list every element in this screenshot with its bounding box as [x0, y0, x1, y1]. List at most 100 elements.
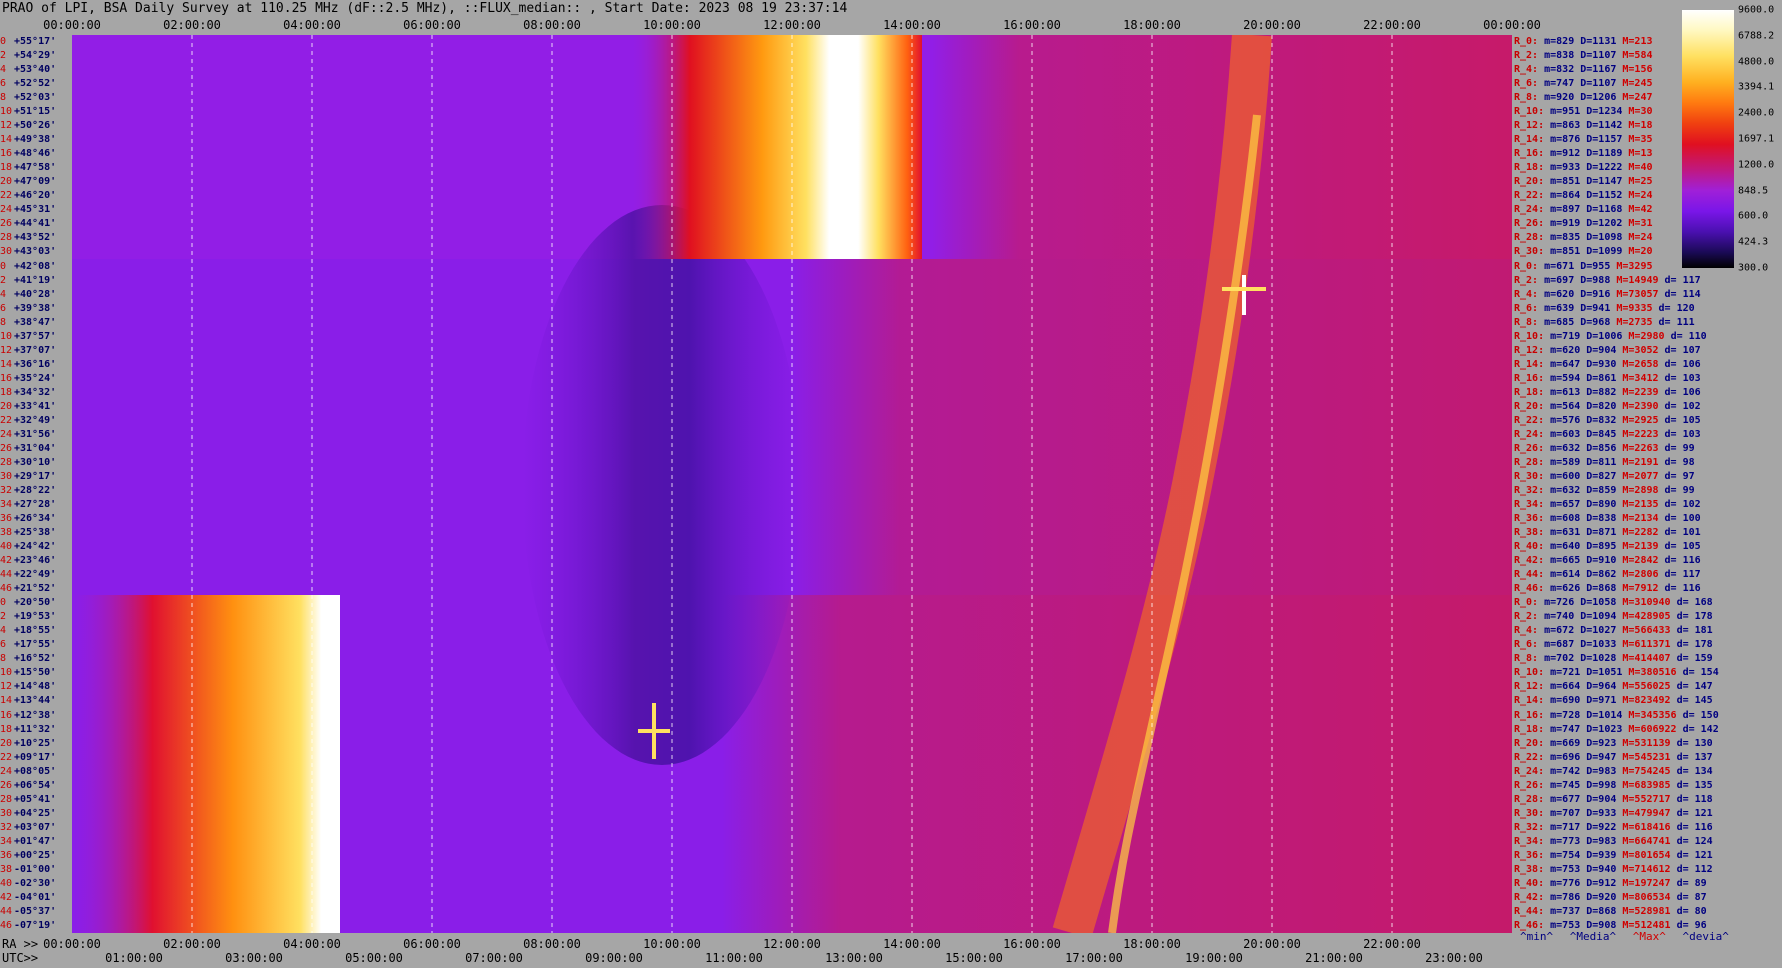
stat-m: m=851: [1544, 176, 1581, 188]
stat-dv: d= 116: [1658, 583, 1701, 595]
stat-m: m=564: [1544, 400, 1581, 412]
declination-value: +41°19': [14, 274, 57, 286]
row-index: 46: [0, 583, 13, 595]
stat-r: R_26:: [1514, 442, 1545, 454]
ra-axis-tick: 16:00:00: [1003, 937, 1061, 951]
colorbar-label: 2400.0: [1738, 107, 1775, 119]
stat-M: M=2077: [1616, 470, 1659, 482]
row-index: 40: [0, 877, 13, 889]
row-index: 6: [0, 639, 7, 651]
sun-transit-top: [632, 35, 922, 259]
declination-value: +30°10': [14, 456, 57, 468]
stat-r: R_30:: [1514, 470, 1545, 482]
stat-r: R_42:: [1514, 555, 1545, 567]
stat-d: D=930: [1580, 358, 1617, 370]
stat-m: m=677: [1544, 793, 1581, 805]
ra-axis-tick: 06:00:00: [403, 937, 461, 951]
colorbar-label: 9600.0: [1738, 4, 1775, 16]
ra-axis-tick: 08:00:00: [523, 937, 581, 951]
declination-value: -07°19': [14, 919, 57, 931]
stat-dv: d= 106: [1658, 386, 1701, 398]
legend-media: ^Media^: [1569, 930, 1617, 943]
stat-m: m=576: [1544, 414, 1581, 426]
declination-value: +54°29': [14, 50, 57, 62]
stat-m: m=933: [1544, 162, 1581, 174]
stat-M: M=345356: [1622, 709, 1677, 721]
row-index: 12: [0, 681, 13, 693]
stat-m: m=912: [1544, 148, 1581, 160]
declination-value: +23°46': [14, 555, 57, 567]
row-index: 44: [0, 569, 13, 581]
stat-d: D=838: [1580, 513, 1617, 525]
declination-value: +49°38': [14, 134, 57, 146]
row-index: 36: [0, 849, 13, 861]
colorbar-label: 3394.1: [1738, 81, 1775, 93]
stat-dv: d= 178: [1670, 611, 1713, 623]
declination-label: 2 +19°53': [0, 610, 72, 624]
stat-row: R_18: m=747 D=1023 M=606922 d= 142: [1514, 723, 1782, 737]
stat-d: D=988: [1574, 274, 1611, 286]
stat-m: m=589: [1544, 456, 1581, 468]
row-index: 16: [0, 372, 13, 384]
stat-M: M=42: [1622, 204, 1653, 216]
declination-label: 22 +32°49': [0, 414, 72, 428]
declination-label: 0 +55°17': [0, 35, 72, 49]
top-axis-tick: 02:00:00: [163, 18, 221, 32]
utc-axis-tick: 01:00:00: [105, 951, 163, 965]
declination-label: 8 +16°52': [0, 652, 72, 666]
stat-m: m=747: [1544, 723, 1581, 735]
stat-dv: d= 168: [1670, 597, 1713, 609]
stat-m: m=696: [1544, 751, 1581, 763]
row-index: 8: [0, 92, 7, 104]
stat-m: m=951: [1544, 106, 1581, 118]
declination-value: +37°57': [14, 330, 57, 342]
stat-r: R_10:: [1514, 330, 1545, 342]
stat-row: R_32: m=632 D=859 M=2898 d= 99: [1514, 484, 1782, 498]
stat-d: D=1168: [1580, 204, 1623, 216]
declination-value: +38°47': [14, 316, 57, 328]
stat-d: D=910: [1580, 555, 1617, 567]
stat-d: D=856: [1580, 442, 1617, 454]
colorbar-label: 1697.1: [1738, 133, 1775, 145]
stat-m: m=640: [1544, 541, 1581, 553]
stat-dv: d= 100: [1658, 513, 1701, 525]
declination-label: 20 +10°25': [0, 737, 72, 751]
top-axis-tick: 14:00:00: [883, 18, 941, 32]
stat-m: m=776: [1544, 877, 1581, 889]
stat-r: R_8:: [1514, 653, 1539, 665]
stat-dv: d= 87: [1670, 891, 1707, 903]
stat-d: D=920: [1580, 891, 1617, 903]
stat-dv: d= 118: [1670, 793, 1713, 805]
stat-M: M=380516: [1622, 667, 1677, 679]
stat-row: R_22: m=696 D=947 M=545231 d= 137: [1514, 751, 1782, 765]
top-axis-tick: 00:00:00: [1483, 18, 1541, 32]
stat-m: m=864: [1544, 190, 1581, 202]
stat-M: M=3295: [1610, 260, 1653, 272]
utc-axis-tick: 05:00:00: [345, 951, 403, 965]
stat-m: m=707: [1544, 807, 1581, 819]
stat-M: M=479947: [1616, 807, 1671, 819]
stat-row: R_0: m=726 D=1058 M=310940 d= 168: [1514, 596, 1782, 610]
row-index: 30: [0, 470, 13, 482]
declination-value: +34°32': [14, 386, 57, 398]
stat-row: R_46: m=626 D=868 M=7912 d= 116: [1514, 582, 1782, 596]
declination-value: +01°47': [14, 835, 57, 847]
declination-label: 12 +14°48': [0, 680, 72, 694]
stat-d: D=1058: [1574, 597, 1617, 609]
stat-M: M=35: [1622, 134, 1653, 146]
declination-value: +06°54': [14, 779, 57, 791]
dark-region: [522, 205, 802, 765]
stat-d: D=1157: [1580, 134, 1623, 146]
row-index: 4: [0, 64, 7, 76]
stat-d: D=862: [1580, 569, 1617, 581]
utc-axis-tick: 17:00:00: [1065, 951, 1123, 965]
stat-M: M=31: [1622, 218, 1653, 230]
stat-r: R_40:: [1514, 877, 1545, 889]
stat-row: R_6: m=687 D=1033 M=611371 d= 178: [1514, 638, 1782, 652]
colorbar-label: 300.0: [1738, 262, 1769, 274]
stat-d: D=868: [1580, 583, 1617, 595]
row-index: 24: [0, 428, 13, 440]
declination-label: 40 -02°30': [0, 877, 72, 891]
row-index: 20: [0, 400, 13, 412]
top-axis-tick: 06:00:00: [403, 18, 461, 32]
